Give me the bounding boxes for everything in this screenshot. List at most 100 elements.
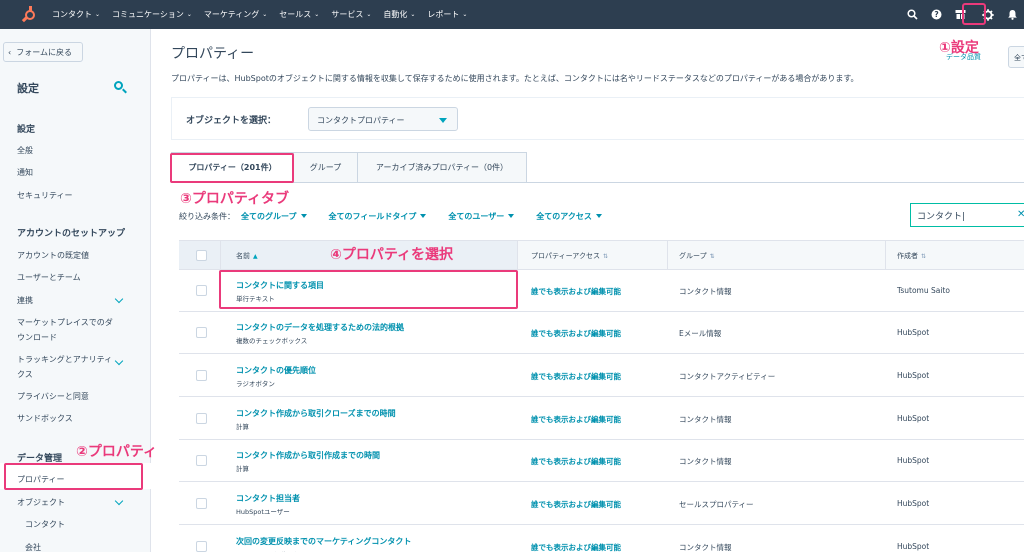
sort-icon: ⇅ — [921, 253, 927, 260]
page-description: プロパティーは、HubSpotのオブジェクトに関する情報を収集して保存するために… — [171, 74, 859, 83]
sidebar-item-contacts[interactable]: コンタクト — [25, 517, 125, 532]
sidebar-item-notifications[interactable]: 通知 — [17, 165, 117, 180]
nav-sales[interactable]: セールス ⌄ — [279, 9, 319, 20]
sidebar-item-general[interactable]: 全般 — [17, 143, 117, 158]
sidebar-item-sandboxes[interactable]: サンドボックス — [17, 411, 117, 426]
sidebar-heading-settings: 設定 — [17, 125, 36, 135]
property-access-link[interactable]: 誰でも表示および編集可能 — [531, 456, 621, 467]
tab-archived[interactable]: アーカイブ済みプロパティー（0件） — [357, 152, 527, 183]
sidebar-item-integrations[interactable]: 連携 — [17, 293, 117, 308]
property-type: HubSpotユーザー — [236, 508, 290, 516]
property-group: コンタクト情報 — [679, 415, 732, 424]
nav-automation[interactable]: 自動化 ⌄ — [383, 9, 415, 20]
sidebar-item-security[interactable]: セキュリティー — [17, 188, 117, 203]
caret-down-icon — [300, 214, 307, 218]
property-author: HubSpot — [897, 414, 930, 423]
property-group: コンタクト情報 — [679, 287, 732, 296]
property-access-link[interactable]: 誰でも表示および編集可能 — [531, 414, 621, 425]
property-access-link[interactable]: 誰でも表示および編集可能 — [531, 286, 621, 297]
sort-icon: ⇅ — [709, 253, 715, 260]
property-name-link[interactable]: コンタクトのデータを処理するための法的根拠 — [236, 322, 404, 333]
property-name-link[interactable]: コンタクト作成から取引クローズまでの時間 — [236, 408, 396, 419]
top-navigation: コンタクト ⌄ コミュニケーション ⌄ マーケティング ⌄ セールス ⌄ サービス ⌄ 自… — [0, 0, 1024, 29]
property-group: コンタクト情報 — [679, 543, 732, 552]
property-access-link[interactable]: 誰でも表示および編集可能 — [531, 371, 621, 382]
chevron-down-icon[interactable] — [114, 358, 124, 368]
row-checkbox[interactable] — [196, 285, 207, 296]
sidebar-item-privacy-consent[interactable]: プライバシーと同意 — [17, 389, 117, 404]
property-author: HubSpot — [897, 328, 930, 337]
filter-users[interactable]: 全てのユーザー — [448, 211, 515, 222]
column-header-access[interactable]: プロパティーアクセス ⇅ — [531, 251, 608, 261]
search-icon[interactable] — [900, 0, 924, 29]
top-right-button[interactable]: 全て — [1008, 46, 1024, 68]
sidebar-item-companies[interactable]: 会社 — [25, 540, 125, 552]
row-checkbox[interactable] — [196, 498, 207, 509]
property-name-link[interactable]: コンタクトの優先順位 — [236, 365, 316, 376]
sidebar-title: 設定 — [17, 82, 39, 95]
property-highlight-box — [4, 463, 143, 490]
nav-conversations[interactable]: コミュニケーション ⌄ — [112, 9, 192, 20]
tab-divider — [171, 182, 1024, 183]
sidebar-item-users-teams[interactable]: ユーザーとチーム — [17, 270, 117, 285]
property-access-link[interactable]: 誰でも表示および編集可能 — [531, 328, 621, 339]
sidebar-item-objects[interactable]: オブジェクト — [17, 495, 117, 510]
property-type: ラジオボタン — [236, 380, 275, 388]
sort-icon: ▲ — [253, 253, 258, 260]
sidebar-item-tracking-analytics[interactable]: トラッキングとアナリティクス — [17, 352, 117, 382]
chevron-down-icon[interactable] — [114, 498, 124, 508]
annotation-select: ④プロパティを選択 — [330, 247, 454, 263]
property-author: HubSpot — [897, 542, 930, 551]
tab-groups[interactable]: グループ — [293, 152, 358, 183]
filter-access[interactable]: 全てのアクセス — [536, 211, 602, 222]
sidebar-item-account-defaults[interactable]: アカウントの既定値 — [17, 248, 117, 263]
sort-icon: ⇅ — [602, 253, 608, 260]
row-checkbox[interactable] — [196, 370, 207, 381]
column-header-author[interactable]: 作成者 ⇅ — [897, 251, 926, 261]
property-access-link[interactable]: 誰でも表示および編集可能 — [531, 542, 621, 552]
nav-reports[interactable]: レポート ⌄ — [427, 9, 467, 20]
clear-icon[interactable]: ✕ — [1017, 209, 1024, 220]
table-row[interactable]: 次回の変更反映までのマーケティングコンタクト 1つのチェックボックス 誰でも表示… — [179, 526, 1024, 552]
property-author: Tsutomu Saito — [897, 286, 950, 295]
hubspot-logo-icon[interactable] — [21, 5, 40, 24]
tab-highlight-box — [170, 153, 294, 183]
row-checkbox[interactable] — [196, 541, 207, 552]
property-name-link[interactable]: 次回の変更反映までのマーケティングコンタクト — [236, 536, 411, 547]
svg-text:?: ? — [934, 10, 938, 19]
row-checkbox[interactable] — [196, 327, 207, 338]
nav-contacts[interactable]: コンタクト ⌄ — [52, 9, 100, 20]
table-header: 名前 ▲ プロパティーアクセス ⇅ グループ ⇅ 作成者 ⇅ — [179, 240, 1024, 270]
property-search-input[interactable]: コンタクト| ✕ — [910, 203, 1024, 227]
table-row[interactable]: コンタクト担当者 HubSpotユーザー 誰でも表示および編集可能 セールスプロ… — [179, 483, 1024, 525]
annotation-property: ②プロパティ — [76, 444, 158, 460]
caret-down-icon — [439, 118, 447, 123]
chevron-down-icon[interactable] — [114, 296, 124, 306]
object-select-label: オブジェクトを選択： — [186, 116, 277, 126]
property-name-link[interactable]: コンタクト担当者 — [236, 493, 300, 504]
object-select-dropdown[interactable]: コンタクトプロパティー — [308, 107, 458, 131]
help-icon[interactable]: ? — [924, 0, 948, 29]
back-to-form-button[interactable]: ‹ フォームに戻る — [3, 42, 83, 62]
column-header-group[interactable]: グループ ⇅ — [679, 251, 715, 261]
sidebar-item-marketplace-downloads[interactable]: マーケットプレイスでのダウンロード — [17, 315, 117, 345]
nav-marketing[interactable]: マーケティング ⌄ — [204, 9, 267, 20]
search-icon[interactable] — [113, 80, 127, 94]
row-checkbox[interactable] — [196, 413, 207, 424]
row-checkbox[interactable] — [196, 455, 207, 466]
property-name-link[interactable]: コンタクト作成から取引作成までの時間 — [236, 450, 380, 461]
column-header-name[interactable]: 名前 ▲ — [236, 251, 258, 261]
table-row[interactable]: コンタクト作成から取引作成までの時間 計算 誰でも表示および編集可能 コンタクト… — [179, 440, 1024, 482]
property-group: セールスプロパティー — [679, 500, 754, 509]
table-row[interactable]: コンタクト作成から取引クローズまでの時間 計算 誰でも表示および編集可能 コンタ… — [179, 398, 1024, 440]
table-row[interactable]: コンタクトのデータを処理するための法的根拠 複数のチェックボックス 誰でも表示お… — [179, 312, 1024, 354]
filter-field-types[interactable]: 全てのフィールドタイプ — [329, 211, 427, 222]
filter-row: 絞り込み条件： 全てのグループ 全てのフィールドタイプ 全てのユーザー 全てのア… — [179, 210, 624, 222]
table-row[interactable]: コンタクトの優先順位 ラジオボタン 誰でも表示および編集可能 コンタクトアクティ… — [179, 355, 1024, 397]
select-all-checkbox[interactable] — [196, 250, 207, 261]
filter-groups[interactable]: 全てのグループ — [241, 211, 307, 222]
bell-icon[interactable] — [1000, 0, 1024, 29]
property-access-link[interactable]: 誰でも表示および編集可能 — [531, 499, 621, 510]
nav-service[interactable]: サービス ⌄ — [331, 9, 371, 20]
caret-down-icon — [420, 214, 427, 218]
